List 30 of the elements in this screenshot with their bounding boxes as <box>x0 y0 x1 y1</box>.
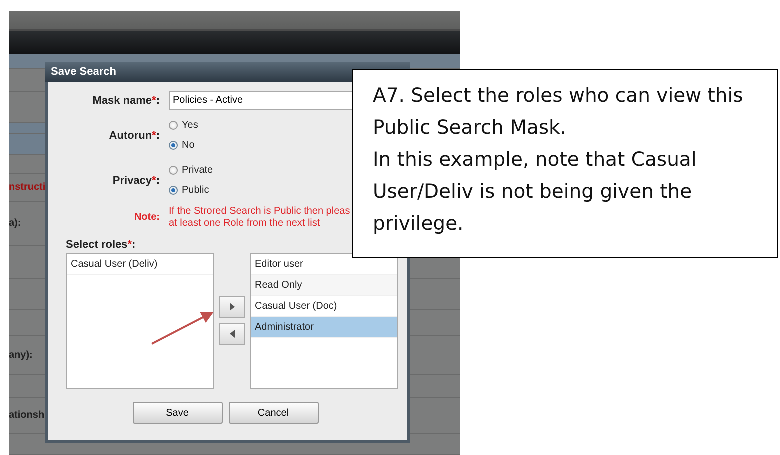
list-item[interactable]: Read Only <box>251 275 397 296</box>
field-label: a): <box>9 218 22 229</box>
cancel-button[interactable]: Cancel <box>228 402 318 424</box>
form-label: Autorun*: <box>108 130 160 142</box>
callout-text: In this example, note that Casual User/Deliv is not being given the privilege. <box>373 147 698 237</box>
radio-label[interactable]: Private <box>182 165 214 176</box>
move-left-button[interactable] <box>219 323 245 345</box>
note-label: Note: <box>133 212 160 223</box>
radio-label[interactable]: Yes <box>182 120 198 131</box>
radio-label[interactable]: No <box>182 140 195 151</box>
list-item[interactable]: Administrator <box>251 317 397 338</box>
field-label: ationsh <box>9 410 45 421</box>
radio-label[interactable]: Public <box>182 185 210 196</box>
radio-button[interactable] <box>169 141 178 150</box>
form-label: Privacy*: <box>112 174 160 186</box>
field-label: any): <box>9 350 33 360</box>
note-text: If the Strored Search is Public then pleas <box>169 206 352 217</box>
radio-button[interactable] <box>169 166 178 175</box>
form-label: Mask name*: <box>92 94 160 106</box>
radio-button[interactable] <box>169 121 178 130</box>
dialog-title: Save Search <box>51 66 116 78</box>
save-button[interactable]: Save <box>132 402 222 424</box>
annotation-arrow <box>152 312 214 345</box>
move-right-button[interactable] <box>219 296 245 318</box>
form-label: Select roles*: <box>66 239 136 251</box>
triangle-right-icon <box>230 303 234 311</box>
list-item[interactable]: Casual User (Deliv) <box>67 254 213 275</box>
field-label: nstructi <box>9 182 46 193</box>
triangle-left-icon <box>230 330 234 338</box>
radio-button[interactable] <box>169 186 178 195</box>
